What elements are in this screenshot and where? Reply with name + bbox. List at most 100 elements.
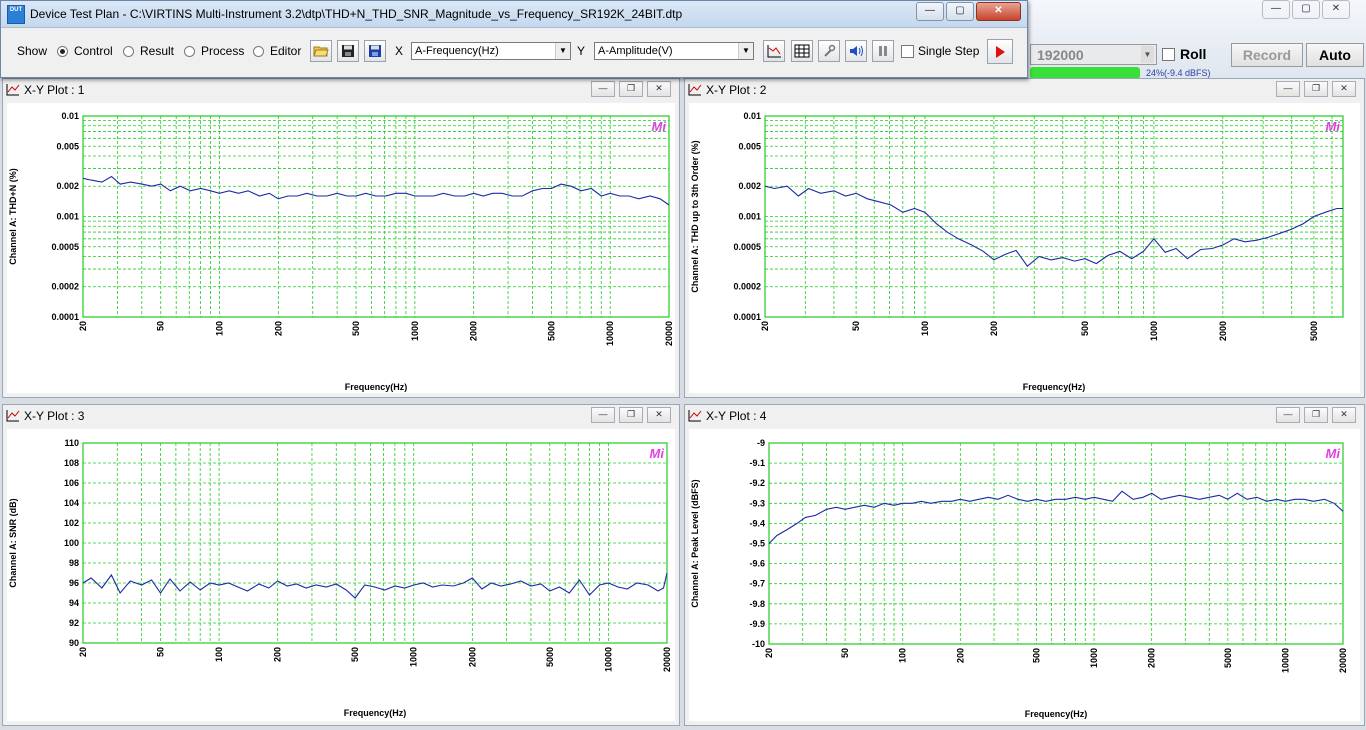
plot-restore-button[interactable]: ❐ — [1304, 407, 1328, 423]
pause-icon — [879, 46, 887, 56]
x-tick-label: 5000 — [545, 647, 555, 667]
save-as-button[interactable] — [364, 40, 386, 62]
x-tick-label: 5000 — [1223, 648, 1233, 668]
y-tick-label: -9.5 — [749, 539, 765, 549]
y-tick-label: 0.005 — [738, 141, 761, 151]
x-tick-label: 5000 — [546, 321, 556, 341]
radio-editor[interactable] — [253, 46, 264, 57]
y-axis-label: Y — [577, 44, 586, 58]
plot-close-button[interactable]: ✕ — [1332, 407, 1356, 423]
record-button[interactable]: Record — [1231, 43, 1303, 67]
radio-result[interactable] — [123, 46, 134, 57]
new-plot-button[interactable] — [763, 40, 785, 62]
plot-minimize-button[interactable]: — — [1276, 407, 1300, 423]
y-tick-label: -9.1 — [749, 458, 765, 468]
y-tick-label: 0.0005 — [51, 242, 79, 252]
y-tick-label: -9.7 — [749, 579, 765, 589]
plot-minimize-button[interactable]: — — [1276, 81, 1300, 97]
plot-close-button[interactable]: ✕ — [647, 407, 671, 423]
x-axis-label: X — [395, 44, 404, 58]
y-tick-label: 0.0001 — [733, 312, 761, 322]
plot-area: 90 92 94 96 98 100 102 104 106 108 110 20 50 100 200 50… — [7, 429, 675, 721]
x-tick-label: 20 — [760, 321, 770, 331]
table-button[interactable] — [791, 40, 813, 62]
data-series-line — [768, 490, 1344, 544]
y-axis-title: Channel A: Peak Level (dBFS) — [690, 479, 700, 607]
show-label: Show — [17, 44, 48, 58]
bg-minimize-button[interactable]: — — [1262, 0, 1290, 19]
radio-control[interactable] — [57, 46, 68, 57]
mi-logo: Mi — [1326, 446, 1341, 461]
plot-restore-button[interactable]: ❐ — [1304, 81, 1328, 97]
wrench-icon — [824, 44, 836, 57]
plot-close-button[interactable]: ✕ — [1332, 81, 1356, 97]
x-axis-select[interactable]: A-Frequency(Hz) ▼ — [411, 42, 571, 60]
table-icon — [794, 44, 810, 58]
y-tick-label: 0.0001 — [51, 312, 79, 322]
bg-close-button[interactable]: ✕ — [1322, 0, 1350, 19]
y-tick-label: -9.2 — [749, 478, 765, 488]
plot-restore-button[interactable]: ❐ — [619, 407, 643, 423]
play-icon — [996, 46, 1005, 58]
plot-close-button[interactable]: ✕ — [647, 81, 671, 97]
minimize-button[interactable]: — — [916, 2, 944, 21]
plot-title: X-Y Plot : 1 — [24, 83, 85, 97]
bg-maximize-button[interactable]: ▢ — [1292, 0, 1320, 19]
close-button[interactable]: ✕ — [976, 2, 1021, 21]
x-tick-label: 20000 — [662, 647, 672, 672]
y-tick-label: 108 — [64, 458, 79, 468]
speaker-button[interactable] — [845, 40, 867, 62]
y-tick-label: 102 — [64, 518, 79, 528]
plot-minimize-button[interactable]: — — [591, 81, 615, 97]
plot-icon — [6, 410, 20, 422]
plot-title-bar: X-Y Plot : 1 — ❐ ✕ — [3, 79, 679, 101]
x-tick-label: 500 — [350, 647, 360, 662]
y-tick-label: 90 — [69, 638, 79, 648]
pause-button[interactable] — [872, 40, 894, 62]
samplerate-select[interactable]: 192000 ▼ — [1030, 44, 1157, 65]
radio-process[interactable] — [184, 46, 195, 57]
save-button[interactable] — [337, 40, 359, 62]
plot-minimize-button[interactable]: — — [591, 407, 615, 423]
y-tick-label: -9.8 — [749, 599, 765, 609]
x-tick-label: 1000 — [410, 321, 420, 341]
roll-checkbox[interactable] — [1162, 48, 1175, 61]
x-tick-label: 1000 — [1089, 648, 1099, 668]
run-button[interactable] — [987, 39, 1013, 64]
open-folder-button[interactable] — [310, 40, 332, 62]
y-tick-label: 92 — [69, 618, 79, 628]
y-tick-label: 0.001 — [56, 212, 79, 222]
xy-plot-3-chart[interactable]: 90 92 94 96 98 100 102 104 106 108 110 20 50 100 200 50… — [7, 429, 677, 723]
plot-icon — [688, 410, 702, 422]
chevron-down-icon: ▼ — [1141, 46, 1154, 63]
y-tick-label: -10 — [752, 639, 765, 649]
xy-plot-1-chart[interactable]: 0.0001 0.0002 0.0005 0.001 0.002 0.005 0.01 20 5… — [7, 103, 677, 395]
y-tick-label: 0.0002 — [51, 282, 79, 292]
x-axis-title: Frequency(Hz) — [1023, 382, 1086, 392]
x-tick-label: 500 — [1031, 648, 1041, 663]
mi-logo: Mi — [650, 446, 665, 461]
y-tick-label: -9.6 — [749, 559, 765, 569]
x-axis-title: Frequency(Hz) — [344, 708, 407, 718]
xy-plot-4-chart[interactable]: -10 -9.9 -9.8 -9.7 -9.6 -9.5 -9.4 -9.3 -9.2 -9.1 -… — [689, 429, 1362, 723]
plot-restore-button[interactable]: ❐ — [619, 81, 643, 97]
y-tick-label: 0.01 — [743, 111, 761, 121]
single-step-checkbox[interactable] — [901, 45, 914, 58]
x-tick-label: 50 — [851, 321, 861, 331]
y-axis-title: Channel A: THD+N (%) — [8, 168, 18, 264]
maximize-button[interactable]: ▢ — [946, 2, 974, 21]
plot-icon — [6, 84, 20, 96]
y-axis-select[interactable]: A-Amplitude(V) ▼ — [594, 42, 754, 60]
roll-label: Roll — [1180, 46, 1207, 62]
auto-button[interactable]: Auto — [1306, 43, 1364, 67]
xy-plot-window-3: X-Y Plot : 3 — ❐ ✕ 90 92 94 96 98 100 102 104 10… — [2, 404, 680, 726]
radio-control-label: Control — [74, 44, 113, 58]
y-tick-label: -9.9 — [749, 619, 765, 629]
x-tick-label: 1000 — [1149, 321, 1159, 341]
xy-plot-2-chart[interactable]: 0.0001 0.0002 0.0005 0.001 0.002 0.005 0.01 20 5… — [689, 103, 1362, 395]
chevron-down-icon: ▼ — [738, 43, 753, 59]
plot-area: 0.0001 0.0002 0.0005 0.001 0.002 0.005 0.01 20 5… — [689, 103, 1360, 393]
x-tick-label: 50 — [840, 648, 850, 658]
y-tick-label: -9.3 — [749, 498, 765, 508]
tools-button[interactable] — [818, 40, 840, 62]
